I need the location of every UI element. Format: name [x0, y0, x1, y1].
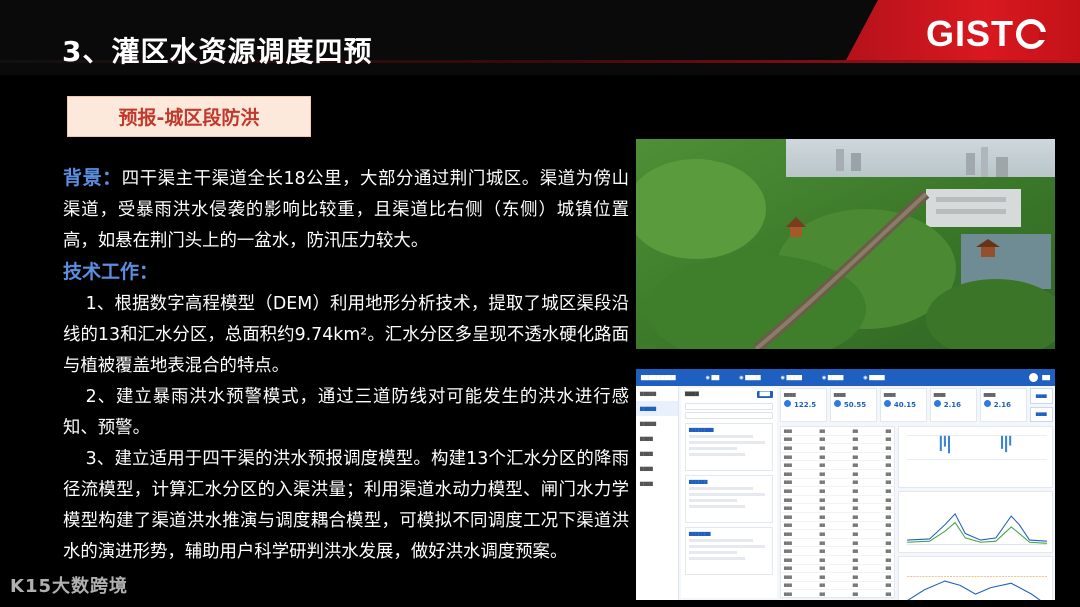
page-title: 3、灌区水资源调度四预: [62, 35, 373, 68]
stat-card: ▇▇▇▇ 2.16: [929, 388, 977, 422]
sidebar-item: ▇▇▇▇▇: [640, 391, 657, 396]
dashboard-stats: ▇▇▇▇ 122.5 ▇▇▇▇ 50.55 ▇▇▇▇ 40.15 ▇▇▇▇ 2.16 ▇…: [780, 388, 1053, 422]
background-paragraph: 背景：四干渠主干渠道全长18公里，大部分通过荆门城区。渠道为傍山渠道，受暴雨洪水…: [63, 163, 629, 257]
sidebar-item: ▇▇▇▇: [640, 481, 653, 486]
aerial-photo-illustration: [636, 139, 1055, 349]
rainfall-chart: [898, 426, 1053, 489]
watermark: K15大数跨境: [10, 576, 128, 597]
water-icon: [784, 400, 791, 407]
stat-action-button: ▇▇▇▇: [1029, 388, 1053, 404]
sidebar-item: ▇▇▇▇: [640, 436, 653, 441]
scheme-list-header: ▇▇▇▇ ▇▇▇: [681, 388, 777, 401]
tech-item-3: 3、建立适用于四干渠的洪水预报调度模型。构建13个汇水分区的降雨径流模型，计算汇…: [63, 449, 629, 562]
add-scheme-button: ▇▇▇: [756, 391, 773, 398]
rainfall-chart-graphic: [907, 435, 1047, 461]
tech-item-1: 1、根据数字高程模型（DEM）利用地形分析技术，提取了城区渠段沿线的13和汇水分…: [63, 294, 629, 376]
dashboard-user: ▇▇: [1029, 373, 1050, 382]
aerial-canal-photo: [636, 139, 1055, 349]
dashboard-screenshot: ▇▇▇▇▇▇▇▇▇ ◉ ▇▇ ◉ ▇▇▇▇ ◉ ▇▇▇▇ ◉ ▇▇▇▇ ◉ ▇▇…: [636, 369, 1055, 600]
sidebar-item-active: ▇▇▇▇▇: [636, 401, 678, 416]
scheme-card: ▇▇▇▇▇▇: [685, 475, 773, 523]
sidebar-item: ▇▇▇▇: [640, 466, 653, 471]
stat-card: ▇▇▇▇ 122.5: [780, 388, 827, 422]
water-icon: [983, 400, 991, 407]
tech-label: 技术工作：: [63, 261, 159, 283]
avatar: [1029, 373, 1039, 382]
stat-actions: ▇▇▇▇ ▇▇▇▇: [1029, 388, 1053, 422]
dashboard-nav-item: ◉ ▇▇▇▇: [739, 374, 761, 381]
tech-heading: 技术工作：: [63, 257, 629, 289]
water-icon: [933, 400, 941, 407]
dashboard-nav-item: ◉ ▇▇▇▇: [821, 374, 844, 381]
water-level-chart: [898, 556, 1053, 600]
dashboard-main: ▇▇▇▇ 122.5 ▇▇▇▇ 50.55 ▇▇▇▇ 40.15 ▇▇▇▇ 2.16 ▇…: [780, 388, 1053, 600]
water-icon: [833, 400, 841, 407]
body-text: 背景：四干渠主干渠道全长18公里，大部分通过荆门城区。渠道为傍山渠道，受暴雨洪水…: [63, 163, 629, 568]
dashboard-nav-item: ◉ ▇▇▇▇: [780, 374, 802, 381]
dashboard-nav-item: ◉ ▇▇▇▇: [863, 374, 885, 381]
dashboard-nav-item: ◉ ▇▇: [705, 374, 720, 381]
dashboard-table: ▇▇▇ ▇▇ ▇▇ ▇▇ ▇▇▇ ▇▇ ▇▇ ▇▇ ▇▇▇ ▇▇ ▇▇ ▇▇ ▇▇▇ ▇▇ ▇▇ ▇▇ …: [780, 426, 895, 599]
stat-card: ▇▇▇▇ 2.16: [979, 388, 1027, 422]
background-label: 背景：: [63, 167, 122, 189]
stat-action-button: ▇▇▇▇: [1029, 406, 1053, 422]
flow-chart: [898, 491, 1053, 554]
water-level-chart-graphic: [907, 576, 1047, 600]
dashboard-scheme-list: ▇▇▇▇ ▇▇▇ ▇▇▇▇▇▇▇▇ ▇▇▇▇▇▇ ▇▇▇▇▇▇▇: [681, 388, 777, 598]
dashboard-sidebar: ▇▇▇▇▇ ▇▇▇▇▇ ▇▇▇▇▇ ▇▇▇▇ ▇▇▇▇ ▇▇▇▇ ▇▇▇▇: [636, 386, 679, 600]
sidebar-item: ▇▇▇▇▇: [640, 421, 657, 426]
dashboard-app-title: ▇▇▇▇▇▇▇▇▇: [641, 374, 676, 381]
scheme-card: ▇▇▇▇▇▇▇: [685, 527, 773, 575]
water-icon: [883, 400, 891, 407]
dashboard-topbar: ▇▇▇▇▇▇▇▇▇ ◉ ▇▇ ◉ ▇▇▇▇ ◉ ▇▇▇▇ ◉ ▇▇▇▇ ◉ ▇▇…: [636, 369, 1055, 386]
dashboard-charts: [898, 426, 1053, 600]
sidebar-item: ▇▇▇▇: [640, 451, 653, 456]
stat-card: ▇▇▇▇ 50.55: [829, 388, 877, 422]
section-badge: 预报-城区段防洪: [67, 96, 311, 137]
flow-chart-graphic: [907, 513, 1047, 545]
tech-item-2: 2、建立暴雨洪水预警模式，通过三道防线对可能发生的洪水进行感知、预警。: [63, 387, 629, 438]
header-bar: 3、灌区水资源调度四预 GIST: [0, 0, 1080, 75]
scheme-filter: [685, 412, 773, 419]
scheme-search: [685, 403, 773, 410]
gistc-logo: GIST: [926, 13, 1047, 55]
stat-card: ▇▇▇▇ 40.15: [879, 388, 927, 422]
background-text: 四干渠主干渠道全长18公里，大部分通过荆门城区。渠道为傍山渠道，受暴雨洪水侵袭的…: [63, 169, 629, 251]
scheme-card: ▇▇▇▇▇▇▇▇: [685, 423, 773, 471]
dashboard-lower: ▇▇▇ ▇▇ ▇▇ ▇▇ ▇▇▇ ▇▇ ▇▇ ▇▇ ▇▇▇ ▇▇ ▇▇ ▇▇ ▇▇▇ ▇▇ ▇▇ ▇▇ …: [780, 426, 1053, 600]
